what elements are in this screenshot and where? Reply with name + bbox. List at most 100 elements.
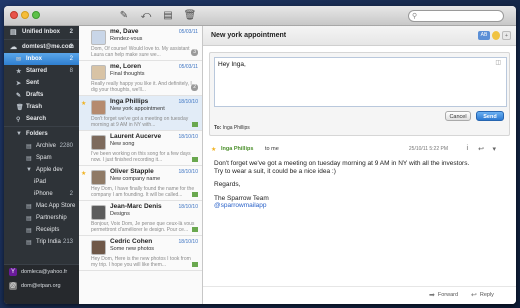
search-field[interactable]: ⚲ xyxy=(408,10,504,22)
item-count: 2 xyxy=(69,191,73,197)
trash-icon[interactable]: 🗑 xyxy=(183,10,197,22)
sidebar: ▤ Unified Inbox 2 ☁ domtest@me.com 2 ✉ I… xyxy=(4,26,79,304)
message-date: 18/10/10 xyxy=(178,204,198,210)
signature-link[interactable]: @sparrowmailapp xyxy=(214,202,266,209)
message-snippet: Hey Dom, Here is the new photos I took f… xyxy=(91,256,191,268)
avatar xyxy=(91,65,106,80)
reply-icon[interactable]: ⤺ xyxy=(139,10,153,22)
reply-textarea[interactable]: Hey Inga, xyxy=(214,57,507,107)
message-row[interactable]: Cedric Cohen 18/10/10 Some new photos He… xyxy=(79,236,202,271)
account-etpan[interactable]: @ dom@etpan.org xyxy=(4,279,79,293)
thread-count-badge: 2 xyxy=(191,84,198,91)
sidebar-item-archive[interactable]: ▤ Archive 2280 xyxy=(4,140,79,152)
sidebar-folders-header[interactable]: ▼ Folders xyxy=(4,128,79,140)
sidebar-item-spam[interactable]: ▤ Spam xyxy=(4,152,79,164)
message-row[interactable]: Laurent Aucerve 18/10/10 New song I've b… xyxy=(79,131,202,166)
message-sender: Cedric Cohen xyxy=(110,238,153,245)
sidebar-item-ipad[interactable]: iPad xyxy=(4,176,79,188)
sidebar-item-starred[interactable]: ★ Starred 8 xyxy=(4,65,79,77)
sidebar-item-inbox[interactable]: ✉ Inbox 2 xyxy=(4,53,79,65)
unified-inbox-icon: ▤ xyxy=(10,28,17,36)
star-icon: ★ xyxy=(16,68,22,75)
sidebar-item-trash[interactable]: 🗑 Trash xyxy=(4,101,79,113)
attachment-icon[interactable]: ◫ xyxy=(495,59,501,66)
label-badge[interactable]: AB xyxy=(478,31,490,40)
message-snippet: Really really happy you like it. And def… xyxy=(91,81,192,93)
close-window-button[interactable] xyxy=(10,11,18,19)
message-row[interactable]: ★ Inga Phillips 18/10/10 New york appoin… xyxy=(79,96,202,131)
account-yahoo[interactable]: Y domleca@yahoo.fr xyxy=(4,265,79,279)
app-window: ✎ ⤺ ▤ 🗑 ⚲ ▤ Unified Inbox 2 ☁ domtest@me… xyxy=(4,6,516,304)
star-icon[interactable]: ★ xyxy=(81,100,86,107)
message-row[interactable]: me, Loren 05/03/11 Final thoughts Really… xyxy=(79,61,202,96)
message-date: 18/10/10 xyxy=(178,99,198,105)
sidebar-item-receipts[interactable]: ▤ Receipts xyxy=(4,224,79,236)
forward-label: Forward xyxy=(437,292,459,298)
message-date: 05/03/11 xyxy=(178,64,198,70)
account-label: domleca@yahoo.fr xyxy=(21,269,68,275)
message-row[interactable]: me, Dave 05/03/11 Rendez-vous Dom, Of co… xyxy=(79,26,202,61)
avatar xyxy=(91,30,106,45)
search-icon: ⚲ xyxy=(16,116,21,123)
reply-button[interactable]: ↩ Reply xyxy=(471,291,494,299)
zoom-window-button[interactable] xyxy=(32,11,40,19)
body-line: Try to wear a suit, it could be a nice i… xyxy=(214,167,336,175)
sidebar-item-sent[interactable]: ➤ Sent xyxy=(4,77,79,89)
message-sender: Laurent Aucerve xyxy=(110,133,162,140)
message-date: 18/10/10 xyxy=(178,169,198,175)
archive-icon[interactable]: ▤ xyxy=(161,10,175,22)
sidebar-item-label: Trash xyxy=(26,104,43,110)
sidebar-item-label: Spam xyxy=(36,155,52,161)
divider xyxy=(4,39,79,40)
message-sender: Jean-Marc Denis xyxy=(110,203,162,210)
yahoo-icon: Y xyxy=(9,268,17,276)
sidebar-item-apple-dev[interactable]: ▼ Apple dev xyxy=(4,164,79,176)
sidebar-item-label: Mac App Store xyxy=(36,203,76,209)
label-flag-icon xyxy=(192,227,198,232)
sidebar-item-iphone[interactable]: iPhone 2 xyxy=(4,188,79,200)
color-label-icon[interactable] xyxy=(492,31,500,40)
message-from[interactable]: Inga Phillips xyxy=(221,146,253,152)
folder-icon: ▤ xyxy=(26,215,32,222)
message-row[interactable]: ★ Oliver Stapple 18/10/10 New company na… xyxy=(79,166,202,201)
message-date: 18/10/10 xyxy=(178,134,198,140)
cloud-icon: ☁ xyxy=(10,43,17,51)
reply-icon[interactable]: ↩ xyxy=(478,145,484,153)
chevron-down-icon[interactable]: ▾ xyxy=(492,145,496,153)
avatar xyxy=(91,240,106,255)
message-sender: me, Loren xyxy=(110,63,142,70)
forward-button[interactable]: ➡ Forward xyxy=(429,291,458,299)
signoff: Regards, xyxy=(214,181,241,188)
send-button[interactable]: Send xyxy=(476,111,504,121)
star-icon[interactable]: ★ xyxy=(211,146,216,153)
sidebar-item-label: Starred xyxy=(26,68,48,74)
sidebar-item-trip-india[interactable]: ▤ Trip India 213 xyxy=(4,236,79,248)
search-input[interactable] xyxy=(420,12,500,21)
compose-icon[interactable]: ✎ xyxy=(117,10,131,22)
folder-icon: ▤ xyxy=(26,227,32,234)
minimize-window-button[interactable] xyxy=(21,11,29,19)
message-snippet: I've been working on this song for a few… xyxy=(91,151,191,163)
message-view: ★ Inga Phillips to me 25/10/11 5:22 PM i… xyxy=(209,144,510,244)
label-flag-icon xyxy=(192,157,198,162)
sidebar-item-partnership[interactable]: ▤ Partnership xyxy=(4,212,79,224)
folder-icon: ▤ xyxy=(26,143,32,150)
folder-icon: ▤ xyxy=(26,239,32,246)
label-flag-icon xyxy=(192,262,198,267)
cancel-button[interactable]: Cancel xyxy=(445,111,471,121)
recipient-name[interactable]: Inga Phillips xyxy=(223,125,250,131)
sidebar-item-drafts[interactable]: ✎ Drafts xyxy=(4,89,79,101)
account-label: dom@etpan.org xyxy=(21,283,61,289)
message-subject: Rendez-vous xyxy=(110,36,143,42)
sidebar-item-label: Drafts xyxy=(26,92,44,98)
sidebar-account[interactable]: ☁ domtest@me.com 2 xyxy=(4,41,79,53)
message-date: 25/10/11 5:22 PM xyxy=(408,146,448,152)
star-icon[interactable]: ★ xyxy=(81,170,86,177)
info-icon[interactable]: i xyxy=(466,145,468,152)
message-body: Don't forget we've got a meeting on tues… xyxy=(214,160,504,216)
message-row[interactable]: Jean-Marc Denis 18/10/10 Designs Bonjour… xyxy=(79,201,202,236)
sidebar-item-search[interactable]: ⚲ Search xyxy=(4,113,79,125)
add-label-button[interactable]: + xyxy=(502,31,511,40)
sidebar-item-mac-app-store[interactable]: ▤ Mac App Store xyxy=(4,200,79,212)
sidebar-unified-inbox[interactable]: ▤ Unified Inbox 2 xyxy=(4,26,79,38)
